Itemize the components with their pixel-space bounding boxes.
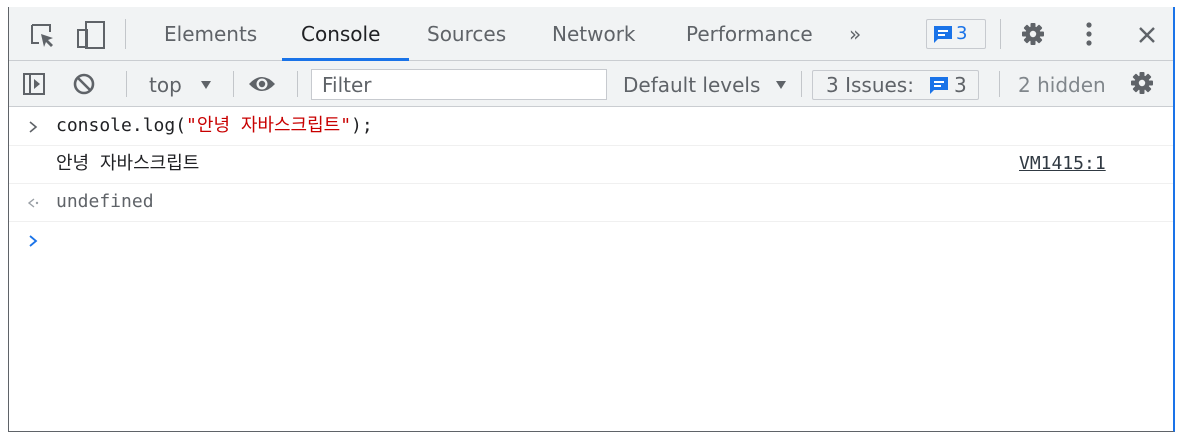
separator	[1000, 19, 1001, 49]
separator	[126, 71, 127, 97]
code-text: console.log(	[56, 115, 187, 136]
issues-button[interactable]: 3 Issues: 3	[812, 70, 979, 100]
console-toolbar: top Default levels 3 Issues:	[9, 61, 1173, 107]
console-settings-gear-icon[interactable]	[1130, 71, 1154, 95]
log-levels-dropdown[interactable]: Default levels	[617, 61, 797, 107]
context-selector-label: top	[149, 73, 182, 97]
dropdown-arrow-icon	[201, 81, 211, 89]
context-selector[interactable]: top	[139, 61, 225, 107]
code-string-literal: "안녕 자바스크립트"	[186, 115, 352, 136]
console-log-message: 안녕 자바스크립트	[56, 153, 200, 174]
result-arrow-icon	[27, 198, 39, 208]
tab-elements[interactable]: Elements	[164, 7, 257, 60]
issues-count: 3	[954, 73, 967, 97]
tab-network[interactable]: Network	[552, 7, 636, 60]
inspect-element-icon[interactable]	[29, 22, 55, 48]
devtools-window: Elements Console Sources Network Perform…	[8, 7, 1175, 432]
close-icon[interactable]	[1137, 25, 1157, 45]
settings-gear-icon[interactable]	[1021, 22, 1045, 46]
tab-sources[interactable]: Sources	[427, 7, 506, 60]
separator	[297, 71, 298, 97]
hidden-messages-count: 2 hidden	[1018, 73, 1106, 97]
eye-icon[interactable]	[248, 74, 276, 94]
console-input-code: console.log("안녕 자바스크립트");	[56, 115, 373, 137]
console-prompt[interactable]	[9, 221, 1173, 401]
filter-input[interactable]	[311, 69, 607, 100]
message-icon	[930, 77, 948, 94]
console-log-row: 안녕 자바스크립트 VM1415:1	[9, 145, 1173, 184]
tab-performance[interactable]: Performance	[686, 7, 813, 60]
separator	[801, 71, 802, 97]
more-tabs-button[interactable]: »	[849, 7, 861, 60]
console-result-row: undefined	[9, 183, 1173, 222]
input-prompt-icon	[29, 121, 38, 133]
clear-console-icon[interactable]	[72, 72, 96, 96]
console-panel[interactable]: console.log("안녕 자바스크립트"); 안녕 자바스크립트 VM14…	[9, 107, 1173, 431]
sidebar-toggle-icon[interactable]	[22, 72, 46, 96]
device-toggle-icon[interactable]	[75, 20, 107, 50]
devtools-tab-bar: Elements Console Sources Network Perform…	[9, 7, 1173, 61]
console-input-row: console.log("안녕 자바스크립트");	[9, 107, 1173, 146]
issues-badge-button[interactable]: 3	[926, 19, 986, 49]
issues-label: 3 Issues:	[826, 73, 914, 97]
separator	[125, 19, 126, 49]
code-text: );	[351, 115, 373, 136]
source-location-link[interactable]: VM1415:1	[1019, 153, 1106, 175]
input-prompt-icon	[29, 235, 38, 247]
tab-console[interactable]: Console	[301, 7, 380, 60]
log-levels-label: Default levels	[623, 73, 761, 97]
separator	[233, 71, 234, 97]
console-result-value: undefined	[56, 191, 154, 212]
kebab-menu-icon[interactable]	[1084, 21, 1094, 47]
message-icon	[934, 26, 952, 43]
separator	[999, 71, 1000, 97]
dropdown-arrow-icon	[776, 81, 786, 89]
issues-badge-count: 3	[956, 23, 968, 44]
